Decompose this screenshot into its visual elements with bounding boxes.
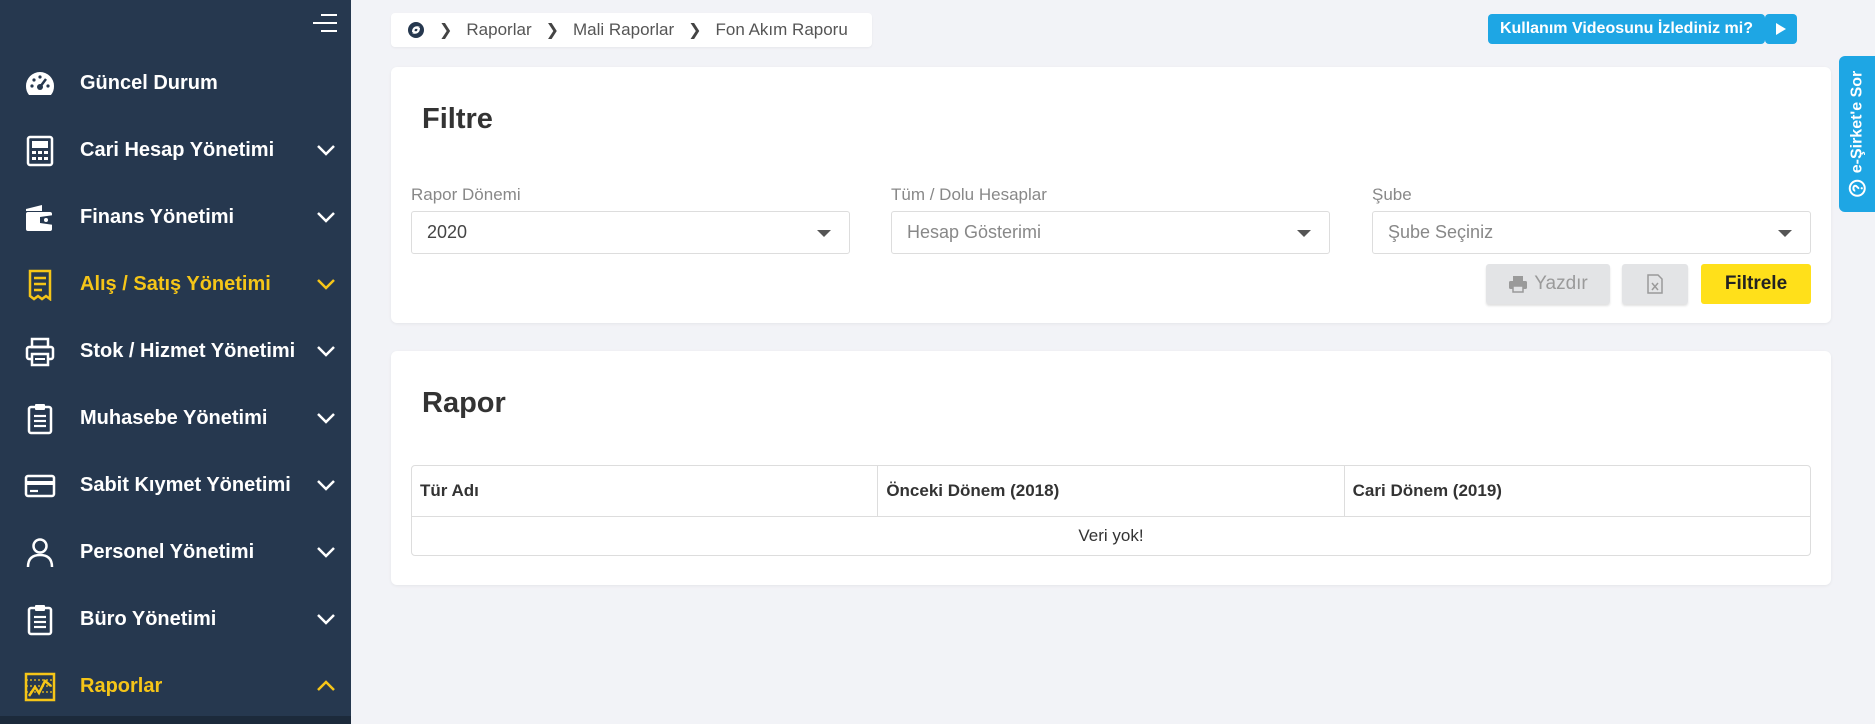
breadcrumb-item-raporlar[interactable]: Raporlar xyxy=(466,20,531,40)
sidebar-item-sabit-kiymet[interactable]: Sabit Kıymet Yönetimi xyxy=(0,452,351,519)
home-icon[interactable] xyxy=(407,21,425,39)
ask-eshirket-label: e-Şirket'e Sor xyxy=(1848,70,1866,174)
sidebar-item-cari-hesap[interactable]: Cari Hesap Yönetimi xyxy=(0,117,351,184)
breadcrumb-item-current: Fon Akım Raporu xyxy=(715,20,848,39)
chevron-down-icon xyxy=(317,145,335,156)
chevron-down-icon xyxy=(317,614,335,625)
question-icon xyxy=(1848,179,1866,197)
report-period-value: 2020 xyxy=(427,222,468,242)
breadcrumb-separator: ❯ xyxy=(439,22,453,39)
chevron-down-icon xyxy=(317,346,335,357)
sidebar-item-alis-satis[interactable]: Alış / Satış Yönetimi xyxy=(0,251,351,318)
sidebar-item-personel[interactable]: Personel Yönetimi xyxy=(0,519,351,586)
play-video-button[interactable] xyxy=(1765,14,1797,44)
accounts-label: Tüm / Dolu Hesaplar xyxy=(891,185,1047,204)
branch-select[interactable]: Şube Seçiniz xyxy=(1372,211,1811,254)
calculator-icon xyxy=(22,133,58,169)
sidebar-item-muhasebe[interactable]: Muhasebe Yönetimi xyxy=(0,385,351,452)
accounts-select[interactable]: Hesap Gösterimi xyxy=(891,211,1330,254)
sidebar-item-label: Cari Hesap Yönetimi xyxy=(80,139,275,161)
play-icon xyxy=(1776,23,1786,35)
chevron-down-icon xyxy=(317,480,335,491)
accounts-field: Tüm / Dolu Hesaplar Hesap Gösterimi xyxy=(891,185,1330,254)
sidebar-item-label: Güncel Durum xyxy=(80,72,218,94)
breadcrumb-separator: ❯ xyxy=(688,22,702,39)
sidebar-item-label: Sabit Kıymet Yönetimi xyxy=(80,474,291,496)
main-content: ❯ Raporlar ❯ Mali Raporlar ❯ Fon Akım Ra… xyxy=(351,0,1875,724)
sidebar-item-label: Alış / Satış Yönetimi xyxy=(80,273,271,295)
credit-card-icon xyxy=(22,468,58,504)
breadcrumb-item-mali-raporlar[interactable]: Mali Raporlar xyxy=(573,20,674,40)
table-header: Tür Adı Önceki Dönem (2018) Cari Dönem (… xyxy=(412,466,1810,517)
report-panel: Rapor Tür Adı Önceki Dönem (2018) Cari D… xyxy=(391,351,1831,585)
sidebar-item-label: Personel Yönetimi xyxy=(80,541,255,563)
sidebar-item-label: Stok / Hizmet Yönetimi xyxy=(80,340,296,362)
chevron-down-icon xyxy=(317,413,335,424)
sidebar-item-stok-hizmet[interactable]: Stok / Hizmet Yönetimi xyxy=(0,318,351,385)
printer-icon xyxy=(22,334,58,370)
sidebar-item-buro[interactable]: Büro Yönetimi xyxy=(0,586,351,653)
receipt-icon xyxy=(22,267,58,303)
clipboard-icon xyxy=(22,401,58,437)
sidebar-item-label: Finans Yönetimi xyxy=(80,206,235,228)
chart-icon xyxy=(22,669,58,705)
branch-label: Şube xyxy=(1372,185,1412,204)
sidebar-item-raporlar[interactable]: Raporlar xyxy=(0,653,351,720)
printer-icon xyxy=(1509,276,1528,293)
branch-placeholder: Şube Seçiniz xyxy=(1388,222,1494,242)
sidebar-item-label: Raporlar xyxy=(80,675,163,697)
dashboard-icon xyxy=(22,66,58,102)
report-period-field: Rapor Dönemi 2020 xyxy=(411,185,850,254)
caret-down-icon xyxy=(1297,230,1311,237)
sidebar-item-guncel-durum[interactable]: Güncel Durum xyxy=(0,50,351,117)
report-period-select[interactable]: 2020 xyxy=(411,211,850,254)
filter-panel: Filtre Rapor Dönemi 2020 Tüm / Dolu Hesa… xyxy=(391,67,1831,323)
print-button[interactable]: Yazdır xyxy=(1486,264,1610,304)
clipboard-icon xyxy=(22,602,58,638)
usage-video-button[interactable]: Kullanım Videosunu İzlediniz mi? xyxy=(1487,14,1774,44)
sidebar-item-label: Muhasebe Yönetimi xyxy=(80,407,268,429)
column-header-current-period[interactable]: Cari Dönem (2019) xyxy=(1345,466,1810,516)
excel-export-button[interactable] xyxy=(1622,264,1688,304)
column-header-type-name[interactable]: Tür Adı xyxy=(412,466,879,516)
sidebar-item-label: Büro Yönetimi xyxy=(80,608,217,630)
filter-title: Filtre xyxy=(422,103,493,135)
breadcrumb-separator: ❯ xyxy=(545,22,560,39)
user-icon xyxy=(22,535,58,571)
column-header-previous-period[interactable]: Önceki Dönem (2018) xyxy=(878,466,1345,516)
sidebar-footer xyxy=(0,716,351,724)
menu-toggle-icon[interactable] xyxy=(313,14,337,36)
accounts-placeholder: Hesap Gösterimi xyxy=(907,222,1042,242)
report-table: Tür Adı Önceki Dönem (2018) Cari Dönem (… xyxy=(411,465,1811,556)
sidebar-header xyxy=(0,0,351,50)
branch-field: Şube Şube Seçiniz xyxy=(1372,185,1811,254)
ask-eshirket-tab[interactable]: e-Şirket'e Sor xyxy=(1839,56,1875,212)
print-button-label: Yazdır xyxy=(1534,273,1588,294)
wallet-icon xyxy=(22,200,58,236)
sidebar: Güncel Durum Cari Hesap Yönetimi Finans … xyxy=(0,0,351,724)
report-period-label: Rapor Dönemi xyxy=(411,185,521,204)
chevron-down-icon xyxy=(317,547,335,558)
excel-icon xyxy=(1647,274,1663,294)
breadcrumb: ❯ Raporlar ❯ Mali Raporlar ❯ Fon Akım Ra… xyxy=(391,13,872,47)
filter-button[interactable]: Filtrele xyxy=(1701,264,1811,304)
sidebar-item-finans[interactable]: Finans Yönetimi xyxy=(0,184,351,251)
report-title: Rapor xyxy=(422,387,506,419)
empty-state-message: Veri yok! xyxy=(1078,526,1144,545)
chevron-down-icon xyxy=(317,279,335,290)
caret-down-icon xyxy=(1778,230,1792,237)
chevron-up-icon xyxy=(317,680,335,691)
chevron-down-icon xyxy=(317,212,335,223)
caret-down-icon xyxy=(817,230,831,237)
